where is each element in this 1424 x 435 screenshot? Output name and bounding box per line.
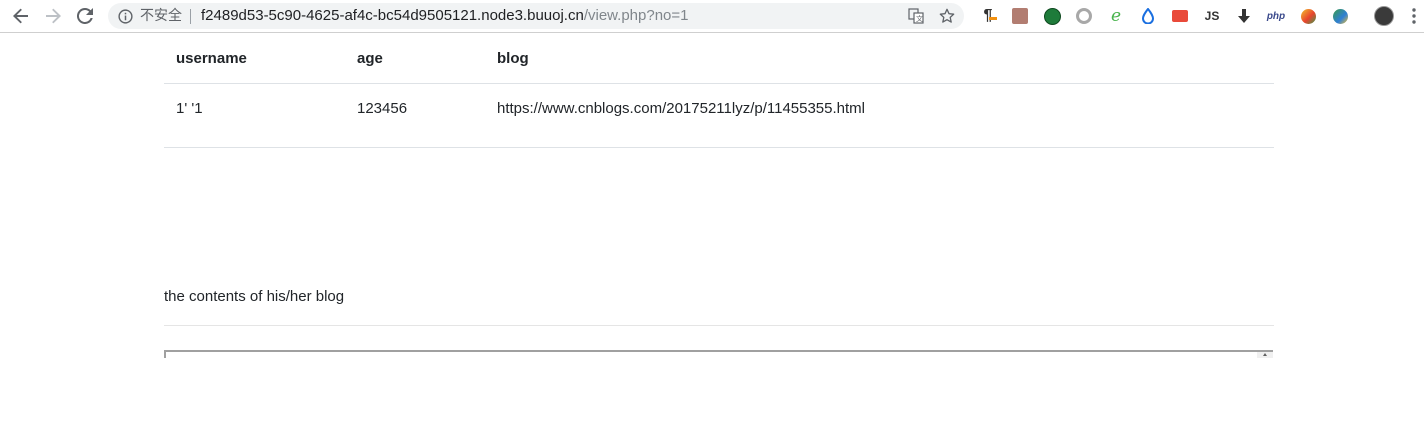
iframe-scrollbar[interactable] (1257, 352, 1273, 358)
section-divider (164, 325, 1274, 326)
colorful-ball-icon[interactable] (1298, 6, 1318, 26)
pdf-icon[interactable] (1010, 6, 1030, 26)
header-username: username (164, 34, 345, 84)
info-icon[interactable] (117, 8, 133, 24)
url-text[interactable]: f2489d53-5c90-4625-af4c-bc54d9505121.nod… (201, 7, 689, 25)
js-icon[interactable]: JS (1202, 6, 1222, 26)
forward-arrow-icon (46, 8, 61, 24)
green-circle-icon[interactable] (1042, 6, 1062, 26)
blog-contents-caption: the contents of his/her blog (164, 288, 345, 305)
back-arrow-icon (13, 8, 28, 24)
blog-iframe[interactable] (164, 350, 1273, 358)
js-glyph: JS (1204, 9, 1220, 23)
table-row: 1' '1 123456 https://www.cnblogs.com/201… (164, 83, 1274, 148)
php-icon[interactable]: php (1266, 6, 1286, 26)
cell-username: 1' '1 (164, 83, 345, 148)
gray-ring-icon[interactable] (1074, 6, 1094, 26)
header-blog: blog (485, 34, 1274, 84)
url-path: /view.php?no=1 (583, 7, 689, 24)
droplet-icon[interactable] (1138, 6, 1158, 26)
address-bar[interactable]: 不安全 f2489d53-5c90-4625-af4c-bc54d9505121… (108, 3, 964, 29)
e-icon[interactable]: e (1106, 6, 1126, 26)
download-arrow-icon[interactable] (1234, 6, 1254, 26)
reload-icon (77, 8, 93, 24)
header-age: age (345, 34, 485, 84)
reload-button[interactable] (73, 4, 97, 28)
cell-blog: https://www.cnblogs.com/20175211lyz/p/11… (485, 83, 1274, 148)
browser-toolbar: 不安全 f2489d53-5c90-4625-af4c-bc54d9505121… (0, 0, 1424, 33)
forward-button[interactable] (41, 4, 65, 28)
back-button[interactable] (9, 4, 33, 28)
scroll-up-arrow-icon[interactable] (1263, 353, 1267, 356)
e-glyph: e (1110, 6, 1122, 26)
svg-text:文: 文 (916, 14, 923, 23)
paragraph-glyph: ¶ (983, 7, 993, 24)
table-header-row: username age blog (164, 34, 1274, 84)
paragraph-icon[interactable]: ¶ (978, 6, 998, 26)
translate-icon[interactable]: 文 (906, 6, 926, 26)
menu-dots-icon[interactable] (1404, 6, 1424, 26)
globe-icon[interactable] (1330, 6, 1350, 26)
bookmark-star-icon[interactable] (937, 6, 957, 26)
address-separator (190, 9, 191, 24)
page-content: username age blog 1' '1 123456 https://w… (164, 34, 1274, 148)
url-host: f2489d53-5c90-4625-af4c-bc54d9505121.nod… (201, 7, 584, 24)
user-table: username age blog 1' '1 123456 https://w… (164, 34, 1274, 148)
security-label[interactable]: 不安全 (140, 8, 182, 24)
php-glyph: php (1266, 10, 1286, 22)
red-badge-icon[interactable] (1170, 6, 1190, 26)
cell-age: 123456 (345, 83, 485, 148)
avatar[interactable] (1374, 6, 1394, 26)
